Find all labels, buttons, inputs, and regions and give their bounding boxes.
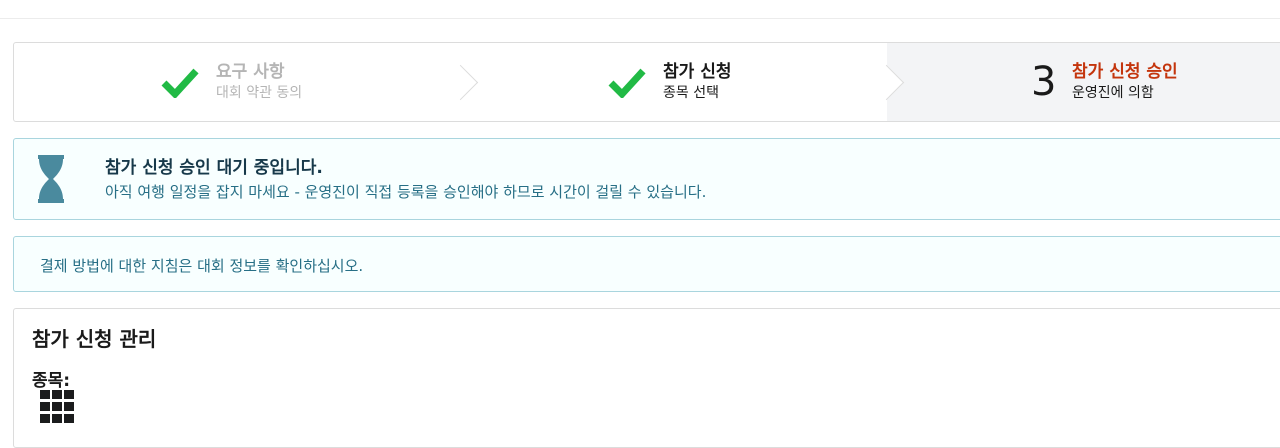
pending-approval-message: 참가 신청 승인 대기 중입니다. 아직 여행 일정을 잡지 마세요 - 운영진… — [13, 138, 1280, 220]
top-bar — [0, 0, 1280, 19]
manage-registration-panel: 참가 신청 관리 종목: — [13, 308, 1280, 448]
step-requirements: 요구 사항 대회 약관 동의 — [14, 43, 479, 121]
step-title: 참가 신청 — [663, 62, 732, 82]
step-register: 참가 신청 종목 선택 — [461, 43, 905, 121]
step-subtitle: 대회 약관 동의 — [216, 85, 303, 101]
pending-message-header: 참가 신청 승인 대기 중입니다. — [105, 158, 323, 178]
step-subtitle: 종목 선택 — [663, 85, 719, 101]
hourglass-icon — [38, 155, 64, 203]
grid-icon — [40, 390, 74, 430]
panel-title: 참가 신청 관리 — [32, 327, 157, 351]
registration-steps: 요구 사항 대회 약관 동의 참가 신청 종목 선택 3 참가 신청 승인 운영… — [13, 42, 1280, 122]
step-number: 3 — [1031, 59, 1057, 105]
step-subtitle: 운영진에 의함 — [1072, 85, 1154, 101]
payment-info-message: 결제 방법에 대한 지침은 대회 정보를 확인하십시오. — [13, 236, 1280, 292]
step-title: 요구 사항 — [216, 62, 285, 82]
check-icon — [607, 62, 647, 102]
step-title: 참가 신청 승인 — [1072, 62, 1178, 82]
payment-message-body: 결제 방법에 대한 지침은 대회 정보를 확인하십시오. — [40, 257, 364, 275]
step-approval: 3 참가 신청 승인 운영진에 의함 — [887, 43, 1280, 121]
pending-message-body: 아직 여행 일정을 잡지 마세요 - 운영진이 직접 등록을 승인해야 하므로 … — [105, 183, 707, 201]
events-label: 종목: — [32, 371, 71, 391]
check-icon — [160, 62, 200, 102]
